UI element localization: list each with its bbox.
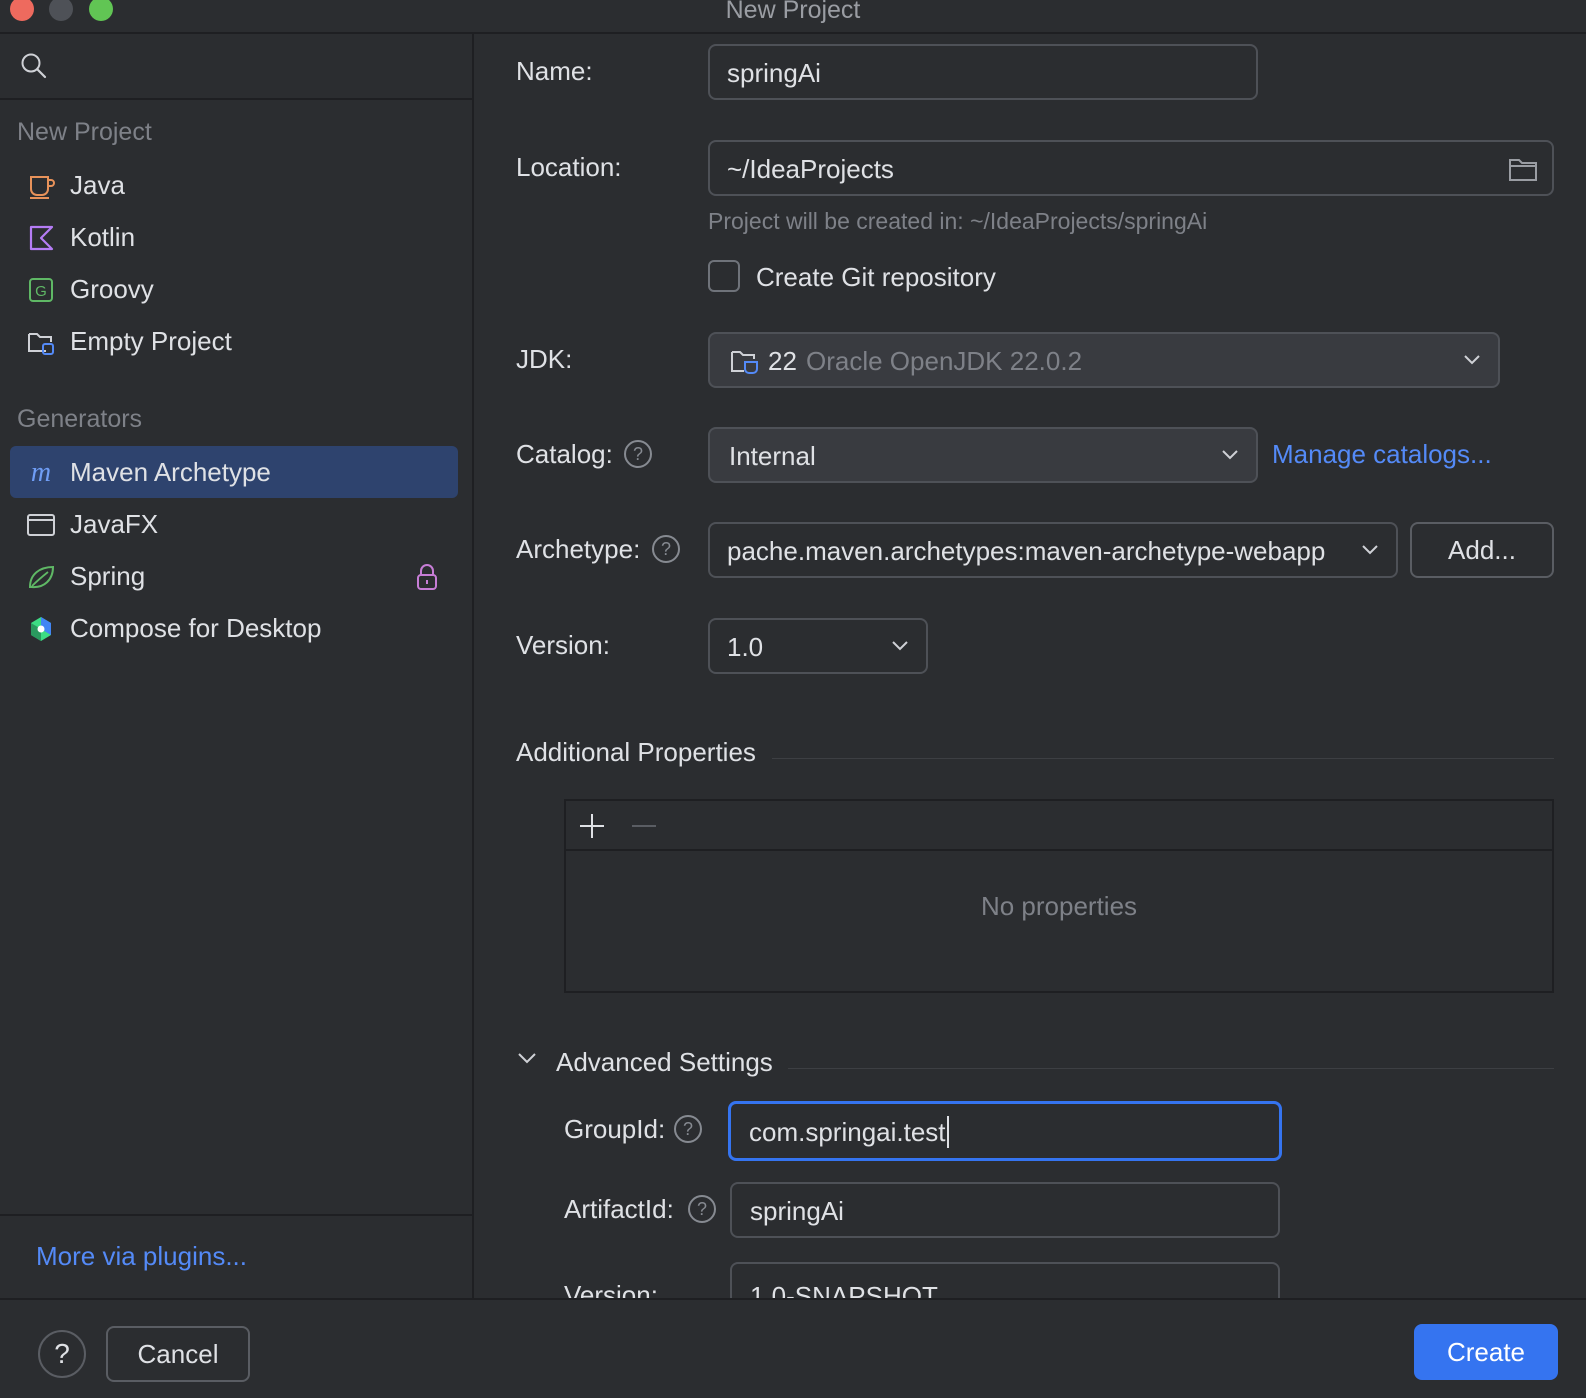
group-id-label: GroupId: [564,1114,666,1144]
sidebar-item-label: Empty Project [70,326,232,356]
version-value: 1.0 [727,632,764,662]
jdk-version: 22 [768,346,797,376]
jdk-name: Oracle OpenJDK 22.0.2 [806,346,1083,376]
advanced-version-field[interactable]: 1.0-SNAPSHOT [730,1262,1280,1298]
folder-icon[interactable] [1508,156,1538,182]
git-repo-checkbox[interactable] [708,260,740,292]
manage-catalogs-link[interactable]: Manage catalogs... [1272,439,1492,470]
project-type-sidebar: New Project Java Kotlin G Groovy Empty P… [0,34,474,1298]
create-button[interactable]: Create [1414,1324,1558,1380]
advanced-version-label: Version: [564,1280,658,1298]
spring-leaf-icon [28,565,55,589]
archetype-help-icon[interactable]: ? [652,535,680,563]
maven-icon: m [31,458,51,488]
sidebar-item-compose-for-desktop[interactable]: Compose for Desktop [10,602,458,654]
sidebar-item-label: JavaFX [70,509,159,539]
sidebar-item-spring[interactable]: Spring [10,550,458,602]
generators-group-label: Generators [17,405,143,433]
sidebar-footer: More via plugins... [0,1214,472,1298]
sidebar-item-label: Groovy [70,274,154,304]
artifact-id-field[interactable]: springAi [730,1182,1280,1238]
artifact-id-label: ArtifactId: [564,1194,674,1224]
chevron-down-icon [1464,355,1480,365]
chevron-down-icon [1362,545,1378,555]
catalog-label: Catalog: [516,439,613,469]
jdk-label: JDK: [516,344,573,374]
title-bar: New Project [0,0,1586,34]
advanced-version-value: 1.0-SNAPSHOT [750,1281,938,1298]
chevron-down-icon [1222,450,1238,460]
sidebar-item-kotlin[interactable]: Kotlin [10,211,458,263]
version-label: Version: [516,630,610,660]
window-title: New Project [725,0,861,24]
group-id-field[interactable]: com.springai.test [728,1101,1282,1161]
name-value: springAi [727,58,821,88]
catalog-value: Internal [729,441,816,471]
sidebar-search[interactable] [0,34,472,100]
group-id-help-icon[interactable]: ? [674,1115,702,1143]
group-id-value: com.springai.test [749,1117,946,1147]
location-label: Location: [516,152,622,182]
archetype-label: Archetype: [516,534,641,564]
groovy-icon: G [29,278,53,302]
properties-table: No properties [564,799,1554,993]
sidebar-item-label: Spring [70,561,146,591]
remove-property-icon[interactable] [630,812,658,840]
jdk-dropdown[interactable]: 22 Oracle OpenJDK 22.0.2 [708,332,1500,388]
sidebar-item-label: Compose for Desktop [70,613,322,643]
project-settings-form: Name: springAi Location: ~/IdeaProjects … [476,34,1586,1298]
version-dropdown[interactable]: 1.0 [708,618,928,674]
sidebar-item-empty-project[interactable]: Empty Project [10,315,458,367]
cancel-button[interactable]: Cancel [106,1326,250,1382]
additional-properties-title: Additional Properties [516,737,756,767]
sidebar-item-javafx[interactable]: JavaFX [10,498,458,550]
artifact-id-help-icon[interactable]: ? [688,1195,716,1223]
compose-icon [31,617,51,641]
section-separator [788,1068,1554,1069]
java-cup-icon [30,176,55,199]
sidebar-item-groovy[interactable]: G Groovy [10,263,458,315]
text-cursor [947,1116,949,1148]
chevron-down-icon[interactable] [516,1050,538,1066]
svg-text:m: m [31,458,51,488]
svg-text:G: G [35,283,47,300]
help-button[interactable]: ? [38,1330,86,1378]
empty-project-icon [28,333,54,355]
advanced-settings-title[interactable]: Advanced Settings [556,1047,773,1078]
location-field[interactable]: ~/IdeaProjects [708,140,1554,196]
name-field[interactable]: springAi [708,44,1258,100]
dialog-footer: ? Cancel Create [0,1298,1586,1398]
catalog-dropdown[interactable]: Internal [708,427,1258,483]
more-via-plugins-link[interactable]: More via plugins... [36,1241,247,1272]
jdk-folder-icon [731,351,758,374]
sidebar-item-label: Java [70,170,125,200]
sidebar-item-maven-archetype[interactable]: m Maven Archetype [10,446,458,498]
new-project-group-label: New Project [17,118,152,146]
kotlin-icon [29,225,54,251]
location-hint: Project will be created in: ~/IdeaProjec… [708,208,1208,234]
archetype-combobox[interactable]: pache.maven.archetypes:maven-archetype-w… [708,522,1398,578]
lock-icon [417,564,437,590]
sidebar-item-label: Kotlin [70,222,136,252]
search-icon[interactable] [20,52,48,80]
add-archetype-button[interactable]: Add... [1410,522,1554,578]
sidebar-item-label: Maven Archetype [70,457,271,487]
properties-toolbar [566,801,1552,851]
no-properties-text: No properties [980,891,1138,921]
name-label: Name: [516,56,593,86]
catalog-help-icon[interactable]: ? [624,440,652,468]
add-property-icon[interactable] [578,812,606,840]
git-repo-label: Create Git repository [756,262,996,292]
javafx-icon [27,514,55,536]
sidebar-item-java[interactable]: Java [10,159,458,211]
section-separator [772,758,1554,759]
artifact-id-value: springAi [750,1196,844,1226]
chevron-down-icon [892,641,908,651]
location-value: ~/IdeaProjects [727,154,894,184]
archetype-value: pache.maven.archetypes:maven-archetype-w… [727,536,1326,566]
